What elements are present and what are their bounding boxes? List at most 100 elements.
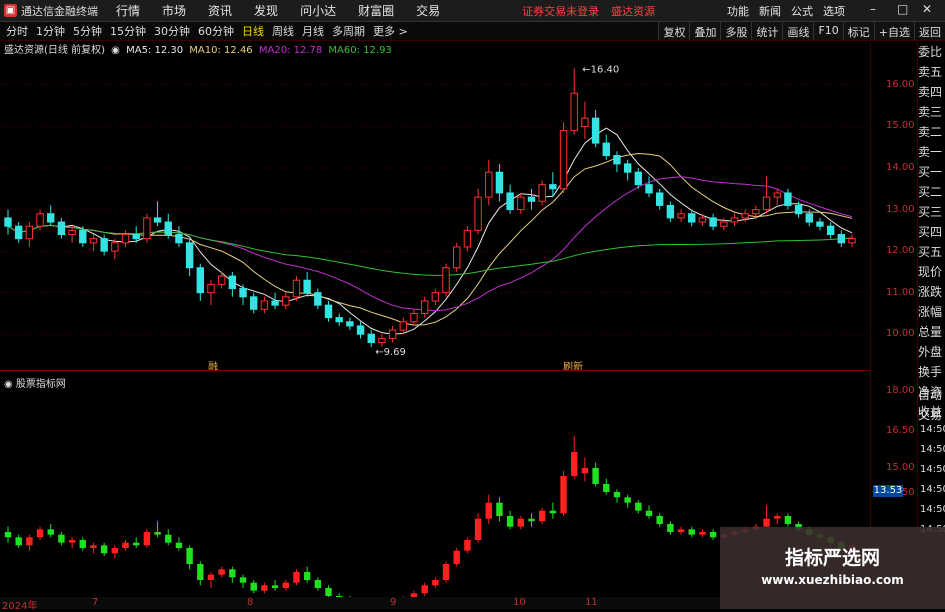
marker-label: 刷新	[563, 360, 583, 373]
maximize-icon[interactable]: □	[897, 2, 908, 16]
period-tab[interactable]: 15分钟	[110, 23, 146, 39]
sub-bar	[421, 585, 428, 594]
toolbar-button[interactable]: 标记	[842, 22, 874, 40]
period-tab[interactable]: 分时	[6, 23, 28, 39]
quote-label: 买五	[918, 245, 943, 259]
candle-body	[805, 213, 813, 223]
right-menu: 功能 新闻 公式 选项	[717, 3, 845, 19]
kline-chart[interactable]: ←16.40 ←9.69 融 刷新	[0, 42, 870, 597]
sub-bar	[709, 532, 717, 538]
menu-item[interactable]: 问小达	[300, 4, 336, 18]
candle-body	[688, 213, 696, 223]
menu-item[interactable]: 行情	[116, 4, 140, 18]
candle-body	[581, 117, 589, 127]
candle-body	[816, 221, 824, 227]
period-tab[interactable]: 日线	[242, 23, 264, 39]
sub-bar	[688, 529, 695, 535]
sub-bar	[303, 572, 311, 580]
sub-bar	[207, 574, 215, 580]
sub-bar	[485, 502, 492, 519]
candle-body	[217, 275, 226, 285]
period-tab[interactable]: 60分钟	[198, 23, 234, 39]
menu-item[interactable]: 财富圈	[358, 4, 394, 18]
candle-body	[314, 292, 322, 306]
settings-icon[interactable]: ◉	[4, 379, 16, 390]
candle-body	[196, 267, 205, 294]
sub-bar	[229, 569, 236, 578]
time-tick: 14:50	[920, 464, 945, 475]
login-notice[interactable]: 证券交易未登录	[522, 3, 599, 19]
menu-item[interactable]: 交易	[416, 4, 440, 18]
app-title: 通达信金融终端	[21, 4, 98, 18]
candle-body	[100, 238, 108, 252]
period-tab[interactable]: 周线	[272, 23, 294, 39]
candle-body	[260, 300, 269, 310]
sub-bar	[325, 588, 332, 596]
trade-label[interactable]: 交易	[918, 405, 945, 425]
candle-body	[634, 171, 643, 186]
sub-bar	[100, 545, 108, 554]
candle-body	[410, 312, 418, 323]
panel-divider	[0, 370, 870, 371]
toolbar-button[interactable]: 叠加	[689, 22, 721, 40]
sub-bar	[560, 476, 567, 514]
toolbar-button[interactable]: +自选	[873, 22, 914, 40]
sub-bar	[592, 468, 599, 484]
candle-body	[527, 196, 536, 202]
stock-name-notice[interactable]: 盛达资源	[611, 3, 655, 19]
candle-body	[228, 275, 237, 290]
minimize-icon[interactable]: –	[870, 2, 876, 16]
candle-body	[143, 217, 151, 240]
candle-body	[741, 213, 749, 219]
sub-bar	[677, 529, 685, 532]
candle-body	[591, 117, 600, 144]
menu-item[interactable]: 市场	[162, 4, 186, 18]
right-menu-item[interactable]: 功能	[727, 5, 749, 18]
menu-item[interactable]: 资讯	[208, 4, 232, 18]
sub-bar	[603, 484, 610, 492]
candle-body	[826, 225, 835, 236]
toolbar-button[interactable]: F10	[813, 22, 843, 40]
period-tab[interactable]: 多周期	[332, 23, 365, 39]
candle-body	[720, 221, 728, 227]
date-tick: 8	[247, 597, 254, 608]
candle-body	[752, 209, 760, 215]
quote-label: 换手	[918, 365, 943, 379]
period-tab[interactable]: 30分钟	[154, 23, 190, 39]
toolbar-button[interactable]: 统计	[751, 22, 783, 40]
candle-body	[698, 217, 707, 223]
toolbar-button[interactable]: 复权	[658, 22, 690, 40]
right-menu-item[interactable]: 选项	[823, 5, 845, 18]
close-icon[interactable]: ✕	[922, 2, 932, 16]
period-tab[interactable]: 1分钟	[36, 23, 65, 39]
price-tick: 10.00	[886, 328, 915, 340]
period-tab[interactable]: 月线	[302, 23, 324, 39]
candle-body	[613, 155, 621, 165]
watermark: 指标严选网 www.xuezhibiao.com	[720, 527, 945, 609]
candle-body	[655, 192, 664, 206]
candle-body	[25, 225, 34, 240]
sub-bar	[624, 497, 631, 503]
toolbar-button[interactable]: 返回	[914, 22, 945, 40]
sub-bar	[432, 580, 439, 586]
candle-body	[784, 192, 792, 206]
candle-body	[549, 184, 557, 190]
toolbar-button[interactable]: 画线	[782, 22, 814, 40]
candle-body	[367, 333, 375, 344]
period-tab[interactable]: 5分钟	[73, 23, 102, 39]
period-tab[interactable]: 更多 >	[373, 23, 408, 39]
sub-bar	[165, 534, 172, 543]
sub-bar	[442, 564, 450, 580]
sub-bar	[175, 542, 183, 548]
quote-label: 买四	[918, 225, 943, 239]
right-menu-item[interactable]: 公式	[791, 5, 813, 18]
quote-label: 卖三	[918, 105, 943, 119]
quote-label: 卖四	[918, 85, 943, 99]
right-menu-item[interactable]: 新闻	[759, 5, 781, 18]
sub-bar	[506, 516, 514, 527]
toolbar-button[interactable]: 多股	[720, 22, 752, 40]
trade-label[interactable]: 自动	[918, 385, 945, 405]
candle-body	[4, 217, 12, 227]
menu-item[interactable]: 发现	[254, 4, 278, 18]
date-tick: 11	[585, 597, 598, 608]
